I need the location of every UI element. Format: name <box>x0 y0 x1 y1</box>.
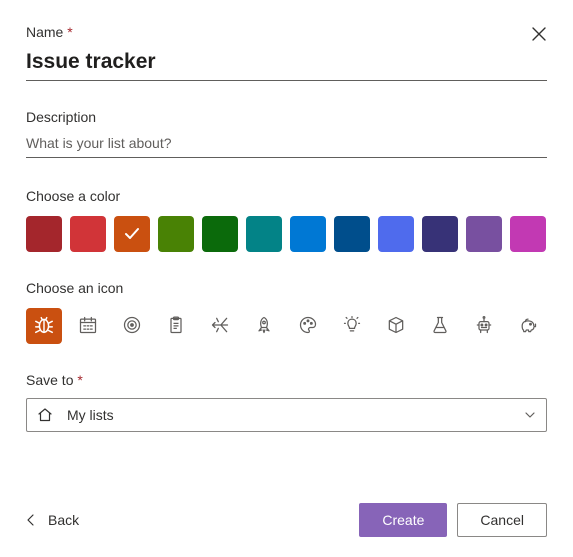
home-icon <box>37 407 53 423</box>
choose-color-label: Choose a color <box>26 188 547 204</box>
icon-option-bug[interactable] <box>26 308 62 344</box>
description-input[interactable] <box>26 131 547 158</box>
icon-option-robot[interactable] <box>466 308 502 344</box>
cube-icon <box>386 315 406 338</box>
create-button[interactable]: Create <box>359 503 447 537</box>
save-to-select[interactable]: My lists <box>26 398 547 432</box>
icon-option-beaker[interactable] <box>422 308 458 344</box>
chevron-down-icon <box>524 409 536 421</box>
calendar-icon <box>78 315 98 338</box>
close-icon <box>532 27 546 41</box>
beaker-icon <box>430 315 450 338</box>
icon-option-airplane[interactable] <box>202 308 238 344</box>
color-swatch-navy[interactable] <box>422 216 458 252</box>
icon-option-clipboard[interactable] <box>158 308 194 344</box>
icon-option-lightbulb[interactable] <box>334 308 370 344</box>
color-swatch-dark-red[interactable] <box>26 216 62 252</box>
palette-icon <box>298 315 318 338</box>
color-swatch-row <box>26 216 547 252</box>
icon-option-palette[interactable] <box>290 308 326 344</box>
icon-option-piggybank[interactable] <box>510 308 546 344</box>
robot-icon <box>474 315 494 338</box>
save-to-selected-text: My lists <box>67 407 524 423</box>
color-swatch-blue[interactable] <box>290 216 326 252</box>
save-to-label: Save to <box>26 372 547 388</box>
back-button-label: Back <box>48 512 79 528</box>
checkmark-icon <box>123 225 141 243</box>
choose-icon-label: Choose an icon <box>26 280 547 296</box>
cancel-button[interactable]: Cancel <box>457 503 547 537</box>
color-swatch-dark-green[interactable] <box>202 216 238 252</box>
color-swatch-indigo[interactable] <box>378 216 414 252</box>
description-label: Description <box>26 109 547 125</box>
color-swatch-dark-blue[interactable] <box>334 216 370 252</box>
icon-option-row <box>26 308 547 344</box>
icon-option-cube[interactable] <box>378 308 414 344</box>
color-swatch-orange[interactable] <box>114 216 150 252</box>
color-swatch-pink[interactable] <box>510 216 546 252</box>
name-input[interactable] <box>26 46 547 81</box>
rocket-icon <box>254 315 274 338</box>
lightbulb-icon <box>342 315 362 338</box>
icon-option-calendar[interactable] <box>70 308 106 344</box>
color-swatch-green[interactable] <box>158 216 194 252</box>
color-swatch-red[interactable] <box>70 216 106 252</box>
name-label: Name <box>26 24 547 40</box>
target-icon <box>122 315 142 338</box>
airplane-icon <box>210 315 230 338</box>
back-button[interactable]: Back <box>26 506 79 534</box>
icon-option-target[interactable] <box>114 308 150 344</box>
bug-icon <box>33 314 55 339</box>
color-swatch-purple[interactable] <box>466 216 502 252</box>
clipboard-icon <box>166 315 186 338</box>
piggybank-icon <box>518 315 538 338</box>
chevron-left-icon <box>26 513 36 527</box>
close-button[interactable] <box>527 22 551 46</box>
icon-option-rocket[interactable] <box>246 308 282 344</box>
color-swatch-teal[interactable] <box>246 216 282 252</box>
